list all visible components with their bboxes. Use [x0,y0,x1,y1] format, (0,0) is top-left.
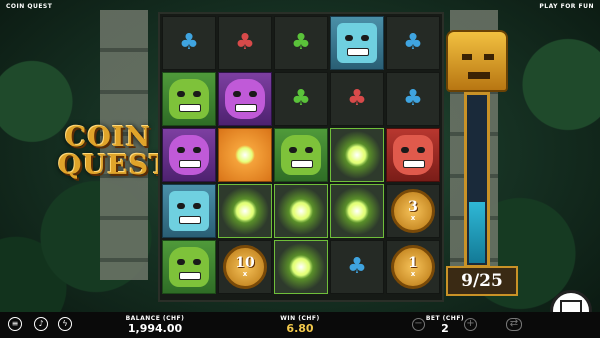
cell-r2c2 [274,128,328,182]
cell-r2c4 [386,128,440,182]
blue-gem-icon: ♣ [403,30,423,55]
green-gem-icon: ♣ [291,30,311,55]
bottom-bar: ≡ ♪ ϟ BALANCE (CHF) 1,994.00 WIN (CHF) 6… [0,312,600,338]
cell-r0c4: ♣ [386,16,440,70]
coin-multiplier: x [410,269,416,278]
purple-mask-icon [169,135,209,175]
cell-r0c0: ♣ [162,16,216,70]
bet-value: 2 [441,322,449,335]
logo-line2: QUEST [58,150,171,181]
win-field: WIN (CHF) 6.80 [255,315,345,335]
crack-spark-icon [347,145,367,165]
coin-icon: 10 x [223,245,267,289]
win-label: WIN (CHF) [280,315,320,322]
game-title: COIN QUEST [6,3,53,10]
reel-grid: ♣ ♣ ♣ ♣ ♣ ♣ ♣ 3 x 10 x ♣ 1 x [158,12,444,302]
coin-icon: 1 x [391,245,435,289]
red-gem-icon: ♣ [235,30,255,55]
red-mask-icon [393,135,433,175]
crack-spark-icon [291,257,311,277]
bet-decrease-button[interactable]: − [412,318,425,331]
bet-label: BET (CHF) [425,315,465,322]
bet-increase-button[interactable]: + [464,318,477,331]
balance-label: BALANCE (CHF) [125,315,185,322]
cell-r4c2 [274,240,328,294]
game-stage: COIN QUEST PLAY FOR FUN COIN QUEST ♣ ♣ ♣… [0,0,600,338]
cell-r3c1 [218,184,272,238]
cell-r3c4: 3 x [386,184,440,238]
cell-r2c0 [162,128,216,182]
feature-counter: 9/25 [446,266,518,296]
coin-multiplier: x [242,269,248,278]
cell-r3c2 [274,184,328,238]
blue-gem-icon: ♣ [403,86,423,111]
turbo-icon[interactable]: ϟ [58,317,72,331]
balance-value: 1,994.00 [127,322,183,335]
totem-progress-meter [446,30,508,268]
green-mask-icon [169,79,209,119]
menu-icon[interactable]: ≡ [8,317,22,331]
coin-quest-logo: COIN QUEST [58,122,171,181]
totem-head-icon [446,30,508,92]
crack-spark-icon [235,201,255,221]
logo-line1: COIN [64,122,152,153]
cell-r1c2: ♣ [274,72,328,126]
cell-r2c1 [218,128,272,182]
green-mask-icon [281,135,321,175]
cell-r3c3 [330,184,384,238]
spark-icon [235,145,255,165]
cell-r0c3 [330,16,384,70]
sound-icon[interactable]: ♪ [34,317,48,331]
win-value: 6.80 [286,322,314,335]
cell-r2c3 [330,128,384,182]
cell-r4c0 [162,240,216,294]
coin-value: 3 [408,198,418,215]
blue-gem-icon: ♣ [179,30,199,55]
coin-icon: 3 x [391,189,435,233]
teal-mask-icon [337,23,377,63]
totem-pole [464,92,490,268]
cell-r4c3: ♣ [330,240,384,294]
crack-spark-icon [291,201,311,221]
bet-field: BET (CHF) 2 [425,315,465,335]
coin-multiplier: x [410,213,416,222]
autoplay-button[interactable]: ⇄ [506,318,522,331]
cell-r1c1 [218,72,272,126]
green-gem-icon: ♣ [291,86,311,111]
totem-pole-fill [469,201,485,263]
balance-field: BALANCE (CHF) 1,994.00 [110,315,200,335]
cell-r0c1: ♣ [218,16,272,70]
cell-r4c4: 1 x [386,240,440,294]
cell-r4c1: 10 x [218,240,272,294]
teal-mask-icon [169,191,209,231]
green-mask-icon [169,247,209,287]
crack-spark-icon [347,201,367,221]
cell-r1c4: ♣ [386,72,440,126]
blue-gem-icon: ♣ [347,254,367,279]
cell-r0c2: ♣ [274,16,328,70]
cell-r3c0 [162,184,216,238]
purple-mask-icon [225,79,265,119]
red-gem-icon: ♣ [347,86,367,111]
coin-value: 1 [408,254,418,271]
cell-r1c0 [162,72,216,126]
play-mode-label: PLAY FOR FUN [539,3,594,10]
cell-r1c3: ♣ [330,72,384,126]
coin-value: 10 [235,254,255,271]
